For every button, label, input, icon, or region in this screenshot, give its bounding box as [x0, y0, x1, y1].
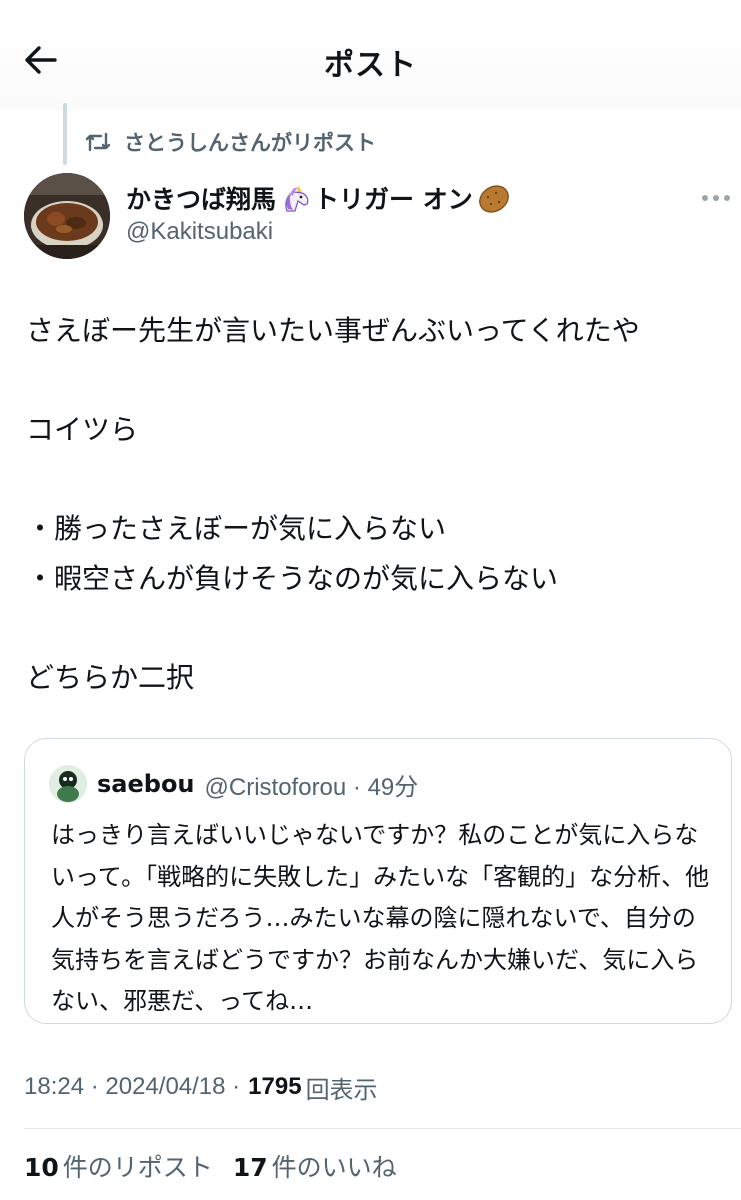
- quoted-author-name[interactable]: saebou: [97, 770, 195, 798]
- quoted-avatar-image: [49, 765, 87, 803]
- quoted-post-text: はっきり言えばいいじゃないですか？私のことが気に入らないって。「戦略的に失敗した…: [51, 821, 710, 1015]
- more-dots-icon: [702, 195, 708, 201]
- more-dots-icon: [713, 195, 719, 201]
- reposts-stat[interactable]: 10 件のリポスト: [24, 1148, 213, 1184]
- post-timestamp[interactable]: 18:24 · 2024/04/18 ·: [24, 1073, 240, 1101]
- author-name-prefix: かきつば翔馬: [126, 185, 277, 214]
- quoted-post-header: saebou @Cristoforou · 49分: [97, 767, 418, 801]
- quoted-author-avatar[interactable]: [49, 765, 87, 803]
- top-bar: ポスト: [0, 0, 741, 110]
- author-avatar[interactable]: [24, 173, 110, 259]
- divider: [24, 1128, 741, 1129]
- avatar-image: [24, 173, 110, 259]
- quoted-post-card[interactable]: saebou @Cristoforou · 49分 はっきり言えばいいじゃないで…: [24, 738, 732, 1024]
- engagement-stats: 10 件のリポスト 17 件のいいね: [24, 1147, 397, 1185]
- repost-label: さとうしんさんがリポスト: [124, 131, 376, 155]
- page-title: ポスト: [324, 48, 417, 83]
- likes-count: 17: [232, 1153, 268, 1182]
- potato-emoji-icon: [478, 185, 509, 213]
- quoted-author-handle-time: @Cristoforou · 49分: [204, 773, 419, 801]
- views-label: 回表示: [305, 1076, 378, 1104]
- more-options-button[interactable]: [696, 186, 736, 210]
- post-text: さえぼー先生が言いたい事ぜんぶいってくれたや コイツら ・勝ったさえぼーが気に入…: [26, 314, 640, 694]
- thread-line: [63, 103, 67, 165]
- repost-indicator[interactable]: さとうしんさんがリポスト: [84, 126, 376, 158]
- likes-stat[interactable]: 17 件のいいね: [233, 1148, 397, 1184]
- more-dots-icon: [724, 195, 730, 201]
- author-handle[interactable]: @Kakitsubaki: [126, 218, 273, 246]
- reposts-count: 10: [24, 1153, 59, 1182]
- reposts-label: 件のリポスト: [62, 1153, 213, 1182]
- repost-icon: [85, 132, 111, 152]
- author-name-middle: トリガー オン: [314, 185, 473, 214]
- views-count: 1795: [248, 1073, 302, 1100]
- post-meta: 18:24 · 2024/04/18 · 1795 回表示: [24, 1069, 378, 1105]
- author-name[interactable]: かきつば翔馬 トリガー オン: [126, 180, 513, 216]
- unicorn-emoji-icon: [285, 185, 309, 212]
- likes-label: 件のいいね: [271, 1153, 397, 1182]
